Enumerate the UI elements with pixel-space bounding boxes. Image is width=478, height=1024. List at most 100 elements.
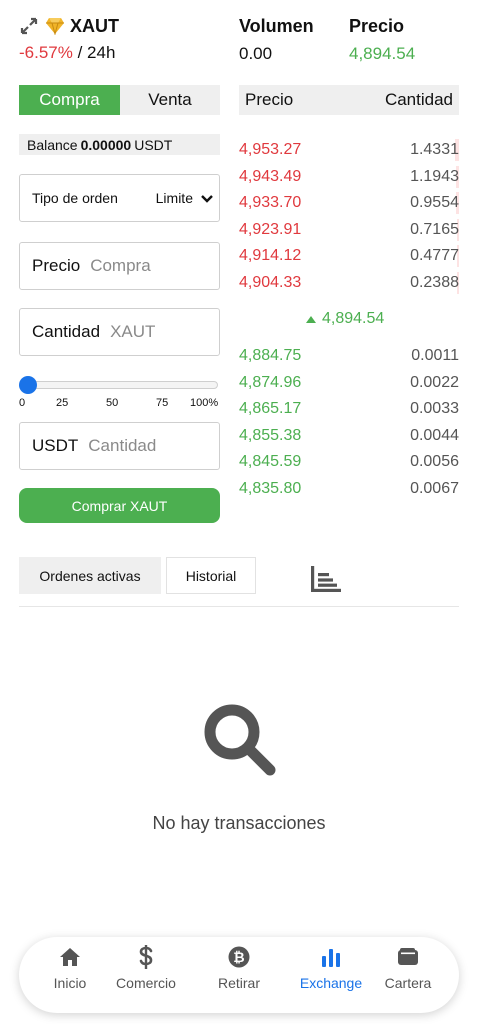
arrow-up-icon bbox=[306, 315, 316, 323]
order-amount: 0.2388 bbox=[410, 273, 459, 291]
order-amount: 0.0033 bbox=[410, 400, 459, 417]
price-input-placeholder: Compra bbox=[90, 256, 151, 275]
price-label: Precio bbox=[349, 16, 405, 36]
order-price: 4,943.49 bbox=[239, 167, 302, 185]
chart-list-icon[interactable] bbox=[311, 566, 341, 597]
nav-item-cartera[interactable]: Cartera bbox=[368, 945, 448, 991]
home-icon bbox=[59, 945, 81, 969]
header-icons bbox=[19, 16, 65, 41]
slider-tick: 0 bbox=[19, 397, 26, 409]
order-book-ask-row[interactable]: 4,923.91 0.7165 bbox=[239, 218, 459, 241]
order-price: 4,855.38 bbox=[239, 426, 302, 444]
order-price: 4,874.96 bbox=[239, 373, 302, 391]
change-percent: -6.57% bbox=[19, 43, 73, 62]
total-input[interactable]: USDT Cantidad bbox=[19, 422, 220, 470]
empty-state-text: No hay transacciones bbox=[152, 813, 326, 833]
bar-chart-icon bbox=[320, 945, 342, 969]
slider-tick: 25 bbox=[56, 397, 69, 409]
order-book-ask-row[interactable]: 4,933.70 0.9554 bbox=[239, 192, 459, 214]
order-book-bid-row[interactable]: 4,835.80 0.0067 bbox=[239, 478, 459, 500]
order-book-ask-row[interactable]: 4,953.27 1.4331 bbox=[239, 139, 459, 161]
wallet-icon bbox=[397, 945, 419, 969]
order-book-header: Precio Cantidad bbox=[239, 85, 459, 115]
order-amount: 0.0011 bbox=[411, 347, 459, 364]
nav-label: Retirar bbox=[217, 975, 260, 991]
order-amount: 0.0044 bbox=[410, 426, 459, 444]
order-book-bid-row[interactable]: 4,845.59 0.0056 bbox=[239, 451, 459, 473]
order-amount: 1.1943 bbox=[410, 167, 459, 185]
price-input-label: Precio bbox=[32, 256, 81, 275]
tab-sell[interactable]: Venta bbox=[120, 85, 220, 115]
nav-label: Cartera bbox=[384, 975, 432, 991]
divider bbox=[19, 606, 459, 607]
total-input-label: USDT bbox=[32, 436, 79, 455]
price-value: 4,894.54 bbox=[349, 44, 416, 63]
volume-value: 0.00 bbox=[239, 44, 273, 63]
amount-input-placeholder: XAUT bbox=[110, 322, 156, 341]
order-amount: 0.0067 bbox=[410, 479, 459, 497]
last-price: 4,894.54 bbox=[306, 310, 384, 328]
svg-text:₿: ₿ bbox=[233, 950, 244, 966]
order-book-bid-row[interactable]: 4,855.38 0.0044 bbox=[239, 425, 459, 447]
percent-slider-track[interactable] bbox=[28, 381, 218, 389]
bottom-nav: Inicio Comercio ₿ Retirar Exchange Carte… bbox=[19, 937, 459, 1013]
slider-tick: 100% bbox=[190, 397, 219, 409]
order-book-bid-row[interactable]: 4,865.17 0.0033 bbox=[239, 398, 459, 420]
order-book-ask-row[interactable]: 4,943.49 1.1943 bbox=[239, 165, 459, 188]
nav-item-comercio[interactable]: Comercio bbox=[106, 945, 186, 991]
price-input[interactable]: Precio Compra bbox=[19, 242, 220, 290]
order-price: 4,914.12 bbox=[239, 247, 302, 264]
nav-item-exchange[interactable]: Exchange bbox=[291, 945, 371, 991]
order-amount: 0.0056 bbox=[410, 453, 459, 470]
gold-diamond-icon bbox=[45, 17, 65, 40]
slider-tick: 50 bbox=[106, 397, 119, 409]
search-icon bbox=[202, 702, 276, 781]
order-price: 4,953.27 bbox=[239, 141, 302, 158]
tab-history[interactable]: Historial bbox=[166, 557, 256, 594]
order-amount: 0.4777 bbox=[410, 247, 459, 264]
change-period: / 24h bbox=[72, 43, 116, 62]
order-book-ask-row[interactable]: 4,904.33 0.2388 bbox=[239, 271, 459, 294]
order-book-bid-row[interactable]: 4,884.75 0.0011 bbox=[239, 345, 459, 367]
order-book-price-header: Precio bbox=[245, 90, 294, 109]
nav-label: Inicio bbox=[53, 975, 87, 991]
order-amount: 0.0022 bbox=[410, 373, 459, 391]
balance-label: Balance bbox=[27, 136, 78, 153]
tab-active-orders[interactable]: Ordenes activas bbox=[19, 557, 161, 594]
volume-label: Volumen bbox=[239, 16, 314, 36]
bitcoin-icon: ₿ bbox=[228, 945, 250, 969]
nav-label: Comercio bbox=[116, 975, 176, 991]
order-type-select[interactable]: Tipo de orden Limite bbox=[19, 174, 220, 222]
order-type-label: Tipo de orden bbox=[32, 190, 118, 206]
order-amount: 1.4331 bbox=[410, 141, 459, 158]
price-change: -6.57% / 24h bbox=[19, 43, 115, 63]
chevron-down-icon bbox=[201, 190, 213, 206]
percent-slider-handle[interactable] bbox=[19, 376, 37, 394]
order-amount: 0.7165 bbox=[410, 220, 459, 238]
balance-amount: 0.00000 bbox=[80, 136, 132, 153]
nav-label: Exchange bbox=[299, 975, 363, 991]
amount-input[interactable]: Cantidad XAUT bbox=[19, 308, 220, 356]
order-price: 4,865.17 bbox=[239, 400, 302, 417]
order-price: 4,884.75 bbox=[239, 347, 302, 364]
nav-item-retirar[interactable]: ₿ Retirar bbox=[199, 945, 279, 991]
order-book-amount-header: Cantidad bbox=[384, 90, 453, 109]
slider-tick: 75 bbox=[156, 397, 169, 409]
expand-icon[interactable] bbox=[19, 16, 39, 41]
order-book-bid-row[interactable]: 4,874.96 0.0022 bbox=[239, 372, 459, 394]
buy-button[interactable]: Comprar XAUT bbox=[19, 488, 220, 523]
balance-bar: Balance 0.00000 USDT bbox=[19, 134, 220, 155]
pair-symbol: XAUT bbox=[70, 16, 119, 36]
order-price: 4,923.91 bbox=[239, 220, 302, 238]
order-price: 4,835.80 bbox=[239, 479, 302, 497]
order-price: 4,845.59 bbox=[239, 453, 302, 470]
balance-currency: USDT bbox=[134, 136, 173, 153]
total-input-placeholder: Cantidad bbox=[88, 436, 157, 455]
order-book-ask-row[interactable]: 4,914.12 0.4777 bbox=[239, 245, 459, 267]
nav-item-inicio[interactable]: Inicio bbox=[30, 945, 110, 991]
order-type-value: Limite bbox=[155, 190, 193, 206]
dollar-icon bbox=[138, 945, 154, 969]
tab-buy[interactable]: Compra bbox=[19, 85, 120, 115]
amount-input-label: Cantidad bbox=[32, 322, 101, 341]
order-price: 4,933.70 bbox=[239, 194, 302, 211]
